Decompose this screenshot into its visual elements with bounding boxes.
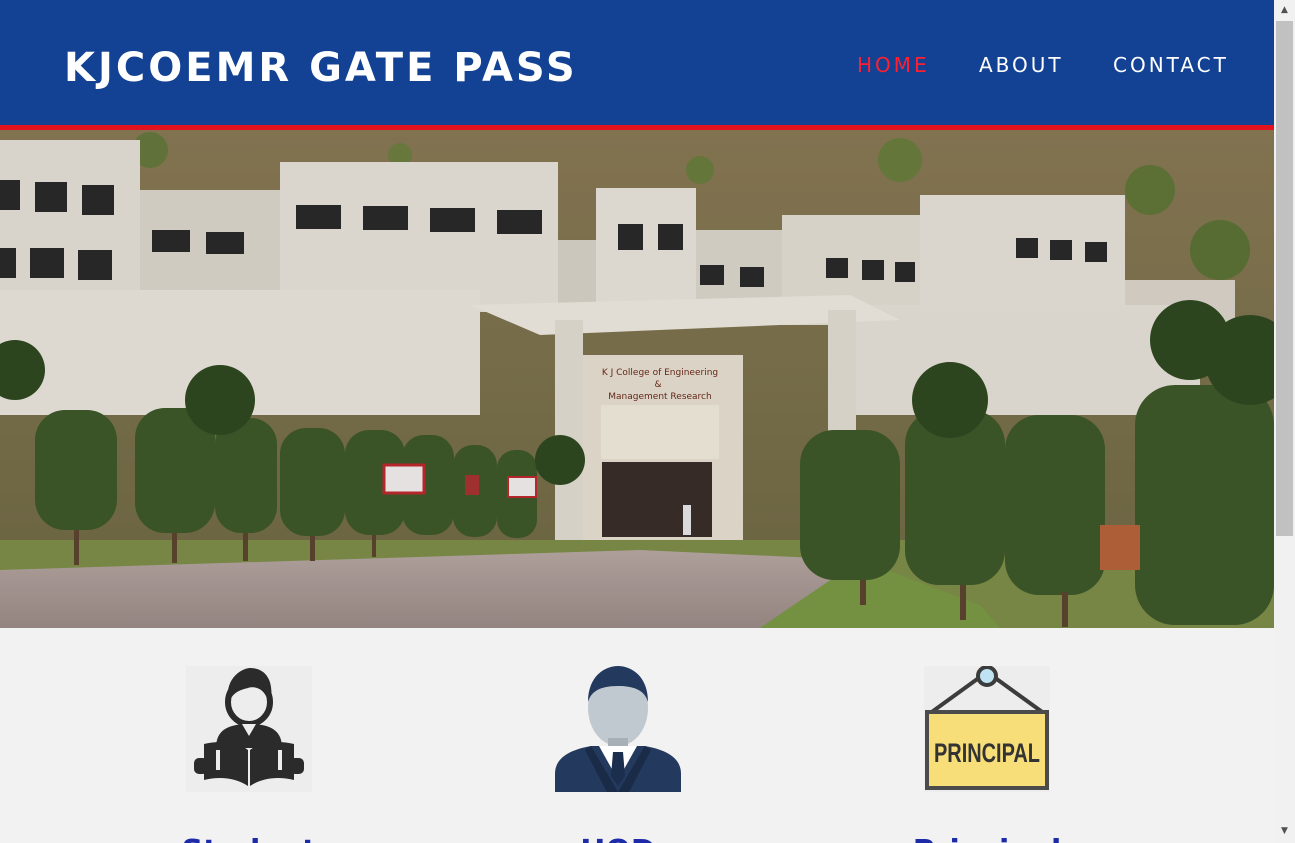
role-cards: Student HOD	[0, 628, 1274, 843]
principal-sign-icon: PRINCIPAL	[924, 665, 1050, 792]
scroll-thumb[interactable]	[1276, 21, 1293, 536]
nav-contact-link[interactable]: CONTACT	[1113, 52, 1229, 78]
student-reading-icon	[186, 666, 312, 792]
nav-about-link[interactable]: ABOUT	[979, 52, 1064, 78]
main-nav: HOME ABOUT CONTACT	[774, 52, 1274, 82]
navbar: KJCOEMR GATE PASS HOME ABOUT CONTACT	[0, 0, 1274, 130]
vertical-scrollbar[interactable]: ▲ ▼	[1274, 0, 1295, 843]
scroll-up-arrow-icon[interactable]: ▲	[1274, 2, 1295, 19]
student-card[interactable]: Student	[182, 666, 316, 843]
principal-sign-text: PRINCIPAL	[934, 738, 1040, 768]
principal-card-title[interactable]: Principal	[884, 834, 1090, 843]
hod-card-title[interactable]: HOD	[515, 834, 721, 843]
site-brand[interactable]: KJCOEMR GATE PASS	[64, 44, 578, 92]
student-card-title[interactable]: Student	[146, 834, 352, 843]
scroll-down-arrow-icon[interactable]: ▼	[1274, 823, 1295, 840]
person-suit-icon	[555, 666, 681, 792]
nav-home-link[interactable]: HOME	[857, 52, 930, 78]
principal-card[interactable]: PRINCIPAL Principal	[913, 665, 1061, 843]
hod-card[interactable]: HOD	[555, 666, 681, 843]
page: KJCOEMR GATE PASS HOME ABOUT CONTACT K J…	[0, 0, 1274, 843]
hero-campus-image: K J College of Engineering & Management …	[0, 130, 1274, 628]
